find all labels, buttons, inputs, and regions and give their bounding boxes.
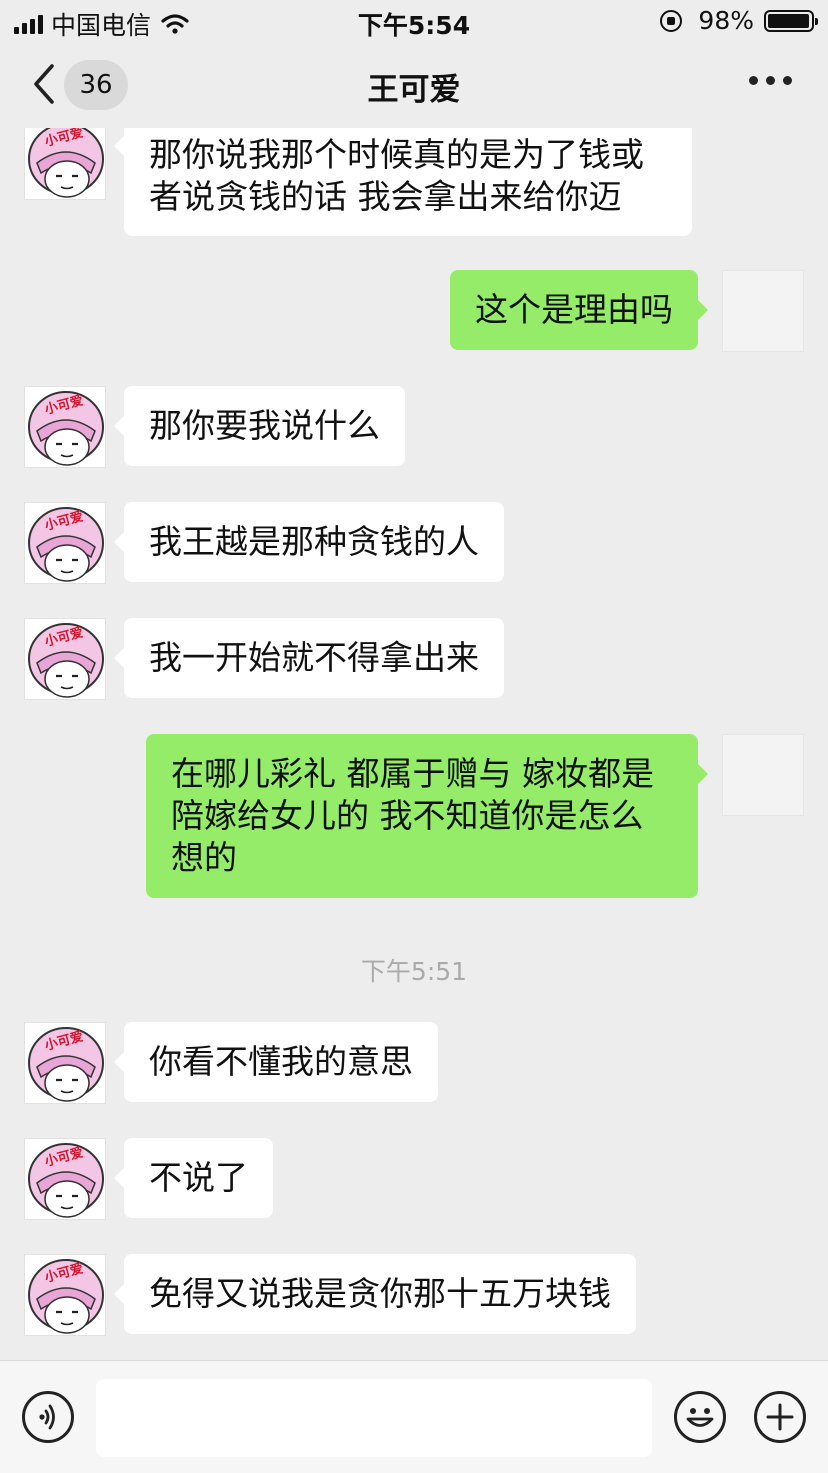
- input-bar: [0, 1360, 828, 1473]
- incoming-message[interactable]: 那你说我那个时候真的是为了钱或 者说贪钱的话 我会拿出来给你迈: [114, 128, 692, 236]
- emoji-icon[interactable]: [674, 1391, 726, 1443]
- incoming-message[interactable]: 免得又说我是贪你那十五万块钱: [114, 1254, 636, 1334]
- avatar-cartoon: 小可爱: [28, 128, 104, 198]
- avatar-cartoon: 小可爱: [28, 1027, 104, 1102]
- contact-avatar[interactable]: 小可爱: [24, 1022, 106, 1104]
- nav-bar: 36 王可爱: [0, 42, 828, 128]
- more-options-icon[interactable]: [749, 76, 792, 85]
- contact-avatar[interactable]: 小可爱: [24, 386, 106, 468]
- avatar-cartoon: 小可爱: [28, 1259, 104, 1334]
- voice-icon[interactable]: [22, 1391, 74, 1443]
- incoming-message[interactable]: 那你要我说什么: [114, 386, 405, 466]
- my-avatar[interactable]: [722, 734, 804, 816]
- status-bar: 中国电信 下午5:54 98%: [0, 0, 828, 42]
- outgoing-message[interactable]: 在哪儿彩礼 都属于赠与 嫁妆都是 陪嫁给女儿的 我不知道你是怎么 想的: [146, 734, 708, 898]
- contact-avatar[interactable]: 小可爱: [24, 1254, 106, 1336]
- battery-percent: 98%: [698, 6, 754, 35]
- plus-icon[interactable]: [754, 1391, 806, 1443]
- message-input[interactable]: [96, 1379, 652, 1457]
- incoming-message[interactable]: 不说了: [114, 1138, 273, 1218]
- incoming-message[interactable]: 我王越是那种贪钱的人: [114, 502, 504, 582]
- avatar-cartoon: 小可爱: [28, 623, 104, 698]
- my-avatar[interactable]: [722, 270, 804, 352]
- contact-avatar[interactable]: 小可爱: [24, 1138, 106, 1220]
- avatar-cartoon: 小可爱: [28, 1143, 104, 1218]
- contact-avatar[interactable]: 小可爱: [24, 128, 106, 200]
- chat-title: 王可爱: [367, 72, 461, 108]
- contact-avatar[interactable]: 小可爱: [24, 618, 106, 700]
- avatar-cartoon: 小可爱: [28, 391, 104, 466]
- message-list[interactable]: 小可爱 那你说我那个时候真的是为了钱或 者说贪钱的话 我会拿出来给你迈 这个是理…: [0, 128, 828, 1360]
- incoming-message[interactable]: 你看不懂我的意思: [114, 1022, 438, 1102]
- incoming-message[interactable]: 我一开始就不得拿出来: [114, 618, 504, 698]
- rotation-lock-icon: [660, 9, 683, 32]
- message-timestamp: 下午5:51: [360, 957, 468, 986]
- avatar-cartoon: 小可爱: [28, 507, 104, 582]
- contact-avatar[interactable]: 小可爱: [24, 502, 106, 584]
- battery-icon: [764, 9, 818, 32]
- outgoing-message[interactable]: 这个是理由吗: [450, 270, 708, 350]
